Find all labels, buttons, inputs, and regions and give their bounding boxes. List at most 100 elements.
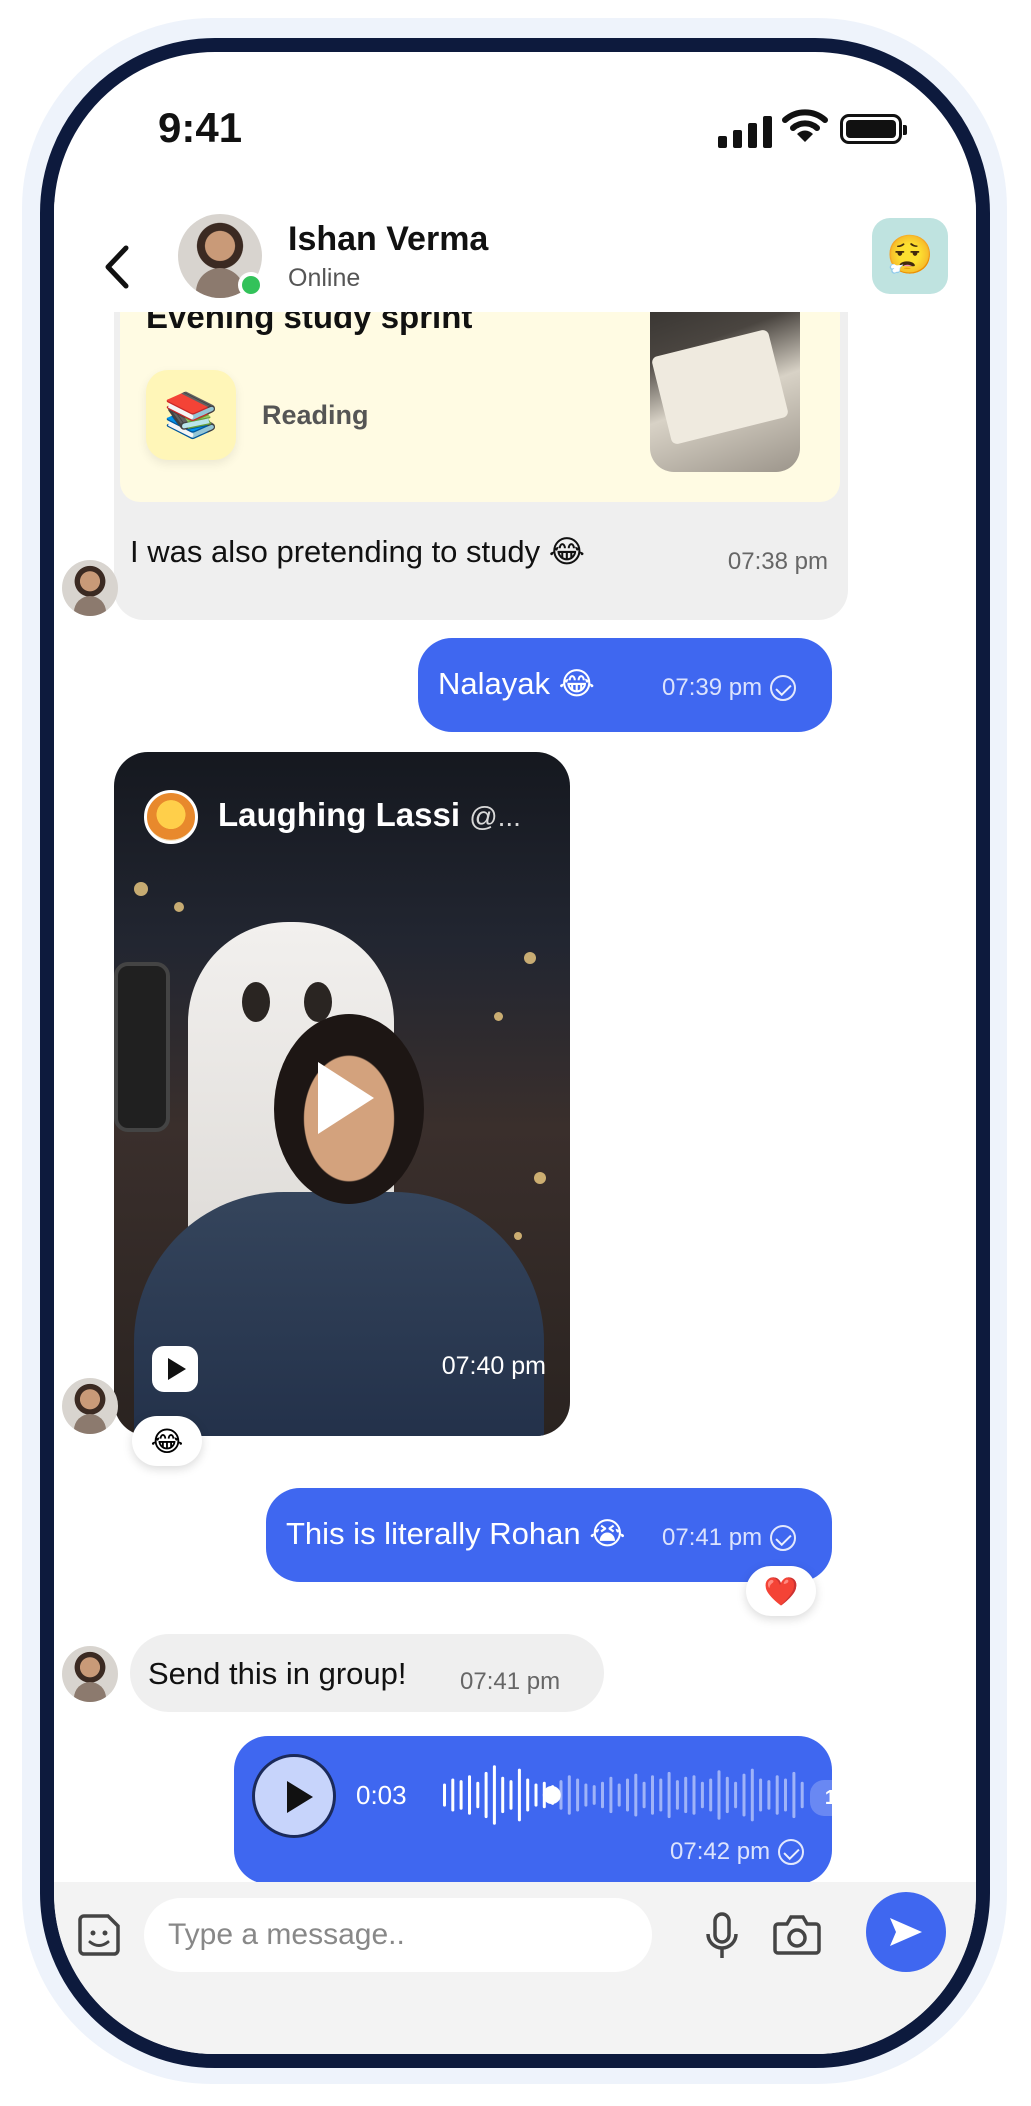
voice-play-button[interactable]	[252, 1754, 336, 1838]
books-icon: 📚	[146, 370, 236, 460]
waveform-bar	[734, 1781, 738, 1809]
online-indicator	[238, 272, 264, 298]
play-icon[interactable]	[318, 1062, 374, 1134]
waveform-bar	[667, 1771, 671, 1819]
waveform-bar	[775, 1775, 779, 1815]
bokeh-light	[514, 1232, 522, 1240]
camera-icon[interactable]	[772, 1912, 822, 1956]
waveform-bar	[492, 1765, 496, 1825]
waveform-bar	[484, 1771, 488, 1819]
wifi-icon	[782, 109, 828, 142]
waveform-bar	[750, 1768, 754, 1822]
waveform-bar	[584, 1783, 588, 1807]
waveform-bar	[517, 1768, 521, 1822]
voice-message[interactable]: 0:03 1x 07:42 pm	[234, 1736, 862, 1882]
contact-status: Online	[288, 264, 361, 292]
source-logo	[144, 790, 198, 844]
phone-frame: 9:41 Ishan Verma Online 😮‍💨	[40, 38, 990, 2068]
message-input[interactable]	[144, 1898, 652, 1972]
chat-screen: 9:41 Ishan Verma Online 😮‍💨	[54, 52, 976, 2054]
signal-icon	[718, 114, 772, 148]
send-button[interactable]	[866, 1892, 946, 1972]
sticker-icon[interactable]	[74, 1910, 124, 1960]
waveform-bar	[476, 1781, 480, 1809]
bokeh-light	[174, 902, 184, 912]
waveform-bar	[692, 1775, 696, 1815]
mood-emoji-button[interactable]: 😮‍💨	[872, 218, 948, 294]
video-source[interactable]: Laughing Lassi @...	[218, 796, 521, 834]
waveform-bar	[567, 1775, 571, 1815]
waveform-bar	[626, 1778, 629, 1812]
activity-photo	[650, 312, 800, 472]
shared-activity-card[interactable]: Evening study sprint 📚 Reading	[120, 312, 840, 502]
bokeh-light	[134, 882, 148, 896]
waveform-bar	[609, 1776, 613, 1814]
waveform-bar	[468, 1775, 471, 1815]
waveform-bar	[651, 1775, 654, 1815]
message-meta: 07:41 pm	[662, 1524, 797, 1552]
incoming-message[interactable]: Send this in group! 07:41 pm	[130, 1634, 604, 1712]
message-time: 07:38 pm	[727, 548, 828, 575]
sender-avatar	[62, 1378, 118, 1434]
shared-video-card[interactable]: Laughing Lassi @... 07:40 pm	[114, 752, 570, 1436]
message-meta: 07:39 pm	[662, 674, 797, 702]
message-time: 07:39 pm	[662, 674, 763, 701]
composer-bar	[54, 1882, 976, 2054]
back-chevron-icon[interactable]	[98, 242, 138, 292]
waveform-bar	[759, 1778, 763, 1812]
waveform-bar	[717, 1770, 721, 1820]
waveform-bar	[642, 1781, 646, 1809]
waveform-bar	[784, 1778, 787, 1812]
waveform-scrubber[interactable]	[542, 1786, 561, 1804]
battery-icon	[840, 114, 907, 144]
waveform-bar	[617, 1783, 621, 1807]
waveform-bar	[709, 1778, 713, 1812]
microphone-icon[interactable]	[702, 1910, 742, 1964]
message-time: 07:41 pm	[460, 1668, 561, 1695]
waveform-bar	[684, 1776, 688, 1814]
outgoing-message[interactable]: This is literally Rohan 😭 07:41 pm	[266, 1488, 832, 1582]
sent-check-icon	[770, 1525, 797, 1551]
send-icon	[890, 1918, 922, 1946]
waveform-bar	[767, 1780, 771, 1810]
contact-name[interactable]: Ishan Verma	[288, 220, 488, 259]
message-meta: 07:42 pm	[670, 1838, 805, 1866]
waveform-bar	[576, 1778, 580, 1812]
waveform-bar	[634, 1773, 638, 1817]
message-text: This is literally Rohan 😭	[286, 1516, 626, 1551]
waveform-bar	[501, 1776, 505, 1814]
waveform-bar	[659, 1778, 663, 1812]
voice-waveform[interactable]	[442, 1762, 808, 1828]
bokeh-light	[534, 1172, 546, 1184]
playback-speed-button[interactable]: 1x	[810, 1780, 862, 1816]
status-bar: 9:41	[54, 52, 976, 172]
message-text: Nalayak 😂	[438, 666, 595, 701]
message-time: 07:42 pm	[670, 1838, 771, 1865]
message-time: 07:41 pm	[662, 1524, 763, 1551]
sent-check-icon	[778, 1839, 805, 1865]
message-time: 07:40 pm	[441, 1352, 546, 1380]
chat-header: Ishan Verma Online 😮‍💨	[54, 202, 976, 312]
message-list: Evening study sprint 📚 Reading I was als…	[54, 312, 976, 1882]
status-time: 9:41	[158, 104, 243, 151]
waveform-bar	[792, 1771, 796, 1819]
waveform-bar	[459, 1780, 463, 1810]
message-text: Send this in group!	[148, 1656, 407, 1691]
waveform-bar	[601, 1781, 604, 1809]
phone-in-hand	[114, 962, 170, 1132]
activity-label: Reading	[262, 400, 369, 430]
sender-avatar	[62, 1646, 118, 1702]
incoming-message[interactable]: Evening study sprint 📚 Reading I was als…	[114, 312, 848, 620]
reaction-badge[interactable]: 😂	[132, 1416, 202, 1466]
outgoing-message[interactable]: Nalayak 😂 07:39 pm	[418, 638, 832, 732]
reel-icon	[152, 1346, 198, 1392]
source-handle: @...	[469, 801, 521, 832]
waveform-bar	[592, 1785, 596, 1805]
waveform-bar	[451, 1778, 455, 1812]
waveform-bar	[534, 1783, 538, 1807]
waveform-bar	[800, 1781, 804, 1809]
sent-check-icon	[770, 675, 797, 701]
sender-avatar	[62, 560, 118, 616]
voice-duration: 0:03	[356, 1780, 407, 1810]
reaction-badge[interactable]: ❤️	[746, 1566, 816, 1616]
